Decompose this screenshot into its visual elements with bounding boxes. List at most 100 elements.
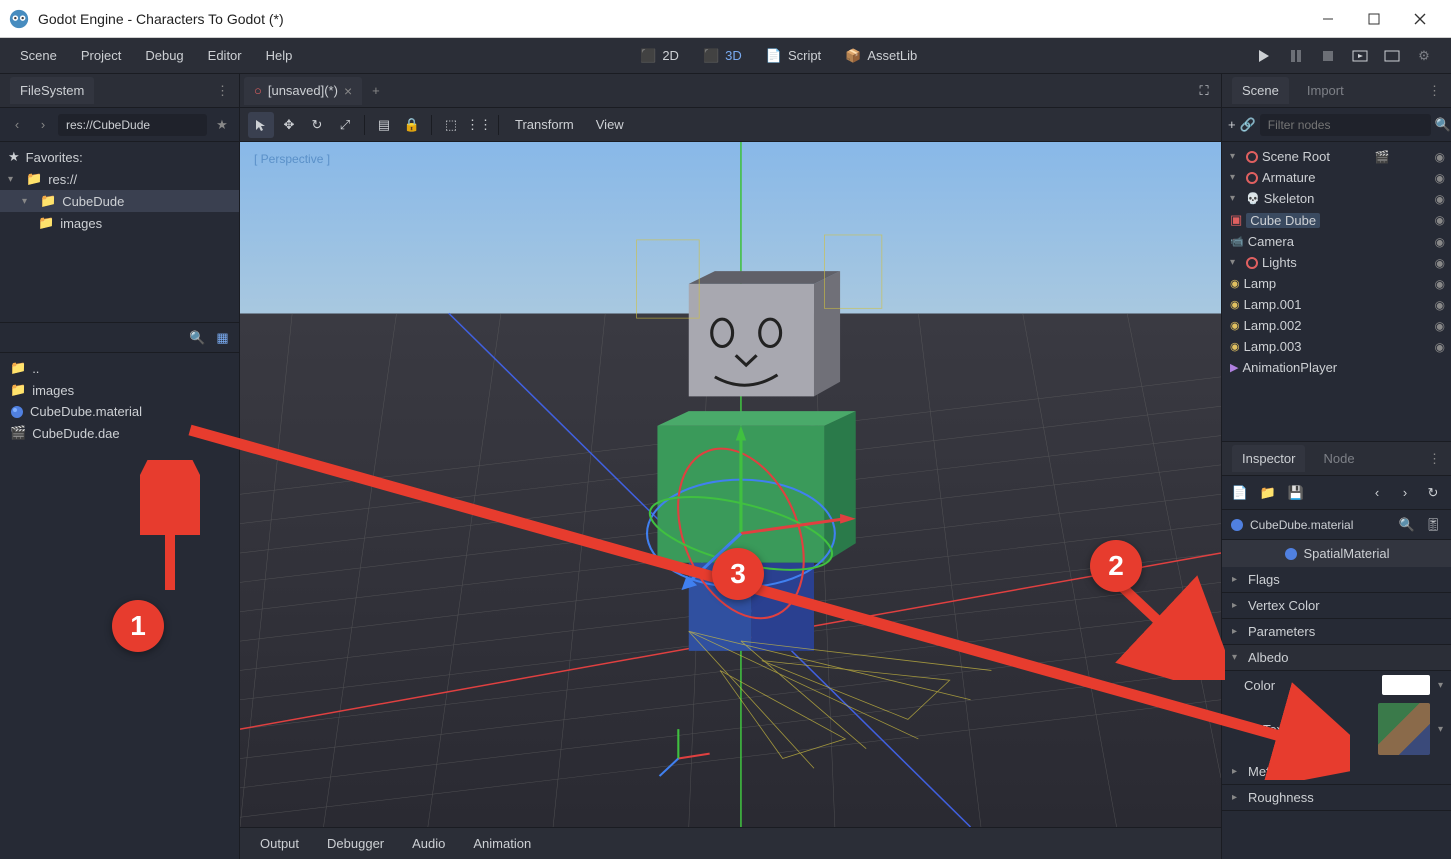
play-custom-scene-button[interactable] xyxy=(1381,45,1403,67)
node-lamp[interactable]: ◉Lamp◉ xyxy=(1222,273,1451,294)
stop-button[interactable] xyxy=(1317,45,1339,67)
link-icon[interactable]: 🔗 xyxy=(1240,113,1256,137)
visibility-icon[interactable]: ◉ xyxy=(1435,213,1445,227)
godot-app-icon xyxy=(8,8,30,30)
node-skeleton[interactable]: ▾💀Skeleton◉ xyxy=(1222,188,1451,209)
mode-assetlib-button[interactable]: 📦AssetLib xyxy=(835,44,927,68)
maximize-button[interactable] xyxy=(1351,4,1397,34)
close-button[interactable] xyxy=(1397,4,1443,34)
node-lamp3[interactable]: ◉Lamp.003◉ xyxy=(1222,336,1451,357)
material-icon xyxy=(10,405,24,419)
light-icon: ◉ xyxy=(1230,319,1240,332)
debugger-tab[interactable]: Debugger xyxy=(315,832,396,855)
visibility-icon[interactable]: ◉ xyxy=(1435,298,1445,312)
pause-button[interactable] xyxy=(1285,45,1307,67)
nav-back-icon[interactable]: ‹ xyxy=(6,114,28,136)
file-up[interactable]: 📁.. xyxy=(0,357,239,379)
play-button[interactable] xyxy=(1253,45,1275,67)
menu-project[interactable]: Project xyxy=(69,42,133,69)
output-tab[interactable]: Output xyxy=(248,832,311,855)
animation-tab[interactable]: Animation xyxy=(461,832,543,855)
tools-icon[interactable]: 🎚 xyxy=(1423,515,1443,535)
filesystem-tab[interactable]: FileSystem xyxy=(10,77,94,104)
favorites-item[interactable]: ★Favorites: xyxy=(0,146,239,168)
add-tab-button[interactable]: + xyxy=(362,77,390,104)
import-dock-tab[interactable]: Import xyxy=(1297,77,1354,104)
close-tab-icon[interactable]: × xyxy=(344,83,352,99)
panel-menu-icon[interactable]: ⋮ xyxy=(1428,83,1441,99)
history-back-icon[interactable]: ‹ xyxy=(1367,483,1387,503)
folder-res[interactable]: ▾📁res:// xyxy=(0,168,239,190)
node-camera[interactable]: 📹Camera◉ xyxy=(1222,231,1451,252)
menu-editor[interactable]: Editor xyxy=(196,42,254,69)
texture-slot[interactable] xyxy=(1378,703,1430,755)
node-cubedube[interactable]: ▣Cube Dube◉ xyxy=(1222,209,1451,231)
play-scene-button[interactable] xyxy=(1349,45,1371,67)
folder-cubedude[interactable]: ▾📁CubeDude xyxy=(0,190,239,212)
node-lights[interactable]: ▾Lights◉ xyxy=(1222,252,1451,273)
grid-icon[interactable]: ⋮⋮ xyxy=(466,112,492,138)
history-forward-icon[interactable]: › xyxy=(1395,483,1415,503)
visibility-icon[interactable]: ◉ xyxy=(1435,256,1445,270)
mode-3d-button[interactable]: ⬛3D xyxy=(693,44,752,68)
mode-2d-button[interactable]: ⬛2D xyxy=(630,44,689,68)
color-picker[interactable] xyxy=(1382,675,1430,695)
transform-menu[interactable]: Transform xyxy=(505,113,584,136)
search-icon[interactable]: 🔍 xyxy=(1435,113,1451,137)
local-space-icon[interactable]: ▤ xyxy=(371,112,397,138)
menu-help[interactable]: Help xyxy=(254,42,305,69)
move-tool-icon[interactable]: ✥ xyxy=(276,112,302,138)
menu-scene[interactable]: Scene xyxy=(8,42,69,69)
animation-icon: ▶ xyxy=(1230,361,1238,374)
select-tool-icon[interactable] xyxy=(248,112,274,138)
file-images[interactable]: 📁images xyxy=(0,379,239,401)
light-icon: ◉ xyxy=(1230,298,1240,311)
path-input[interactable]: res://CubeDude xyxy=(58,114,207,136)
snap-icon[interactable]: 🔒 xyxy=(399,112,425,138)
search-icon[interactable]: 🔍 xyxy=(187,327,208,349)
scene-dock-tab[interactable]: Scene xyxy=(1232,77,1289,104)
nav-forward-icon[interactable]: › xyxy=(32,114,54,136)
distraction-free-icon[interactable]: ⛶ xyxy=(1191,78,1217,104)
panel-menu-icon[interactable]: ⋮ xyxy=(216,83,229,99)
filesystem-search-input[interactable] xyxy=(6,330,183,345)
section-roughness[interactable]: ▸Roughness xyxy=(1222,785,1451,811)
dropdown-icon[interactable]: ▾ xyxy=(1438,680,1443,691)
rotate-tool-icon[interactable]: ↻ xyxy=(304,112,330,138)
audio-tab[interactable]: Audio xyxy=(400,832,457,855)
menu-debug[interactable]: Debug xyxy=(133,42,195,69)
light-icon: ◉ xyxy=(1230,340,1240,353)
node-animationplayer[interactable]: ▶AnimationPlayer xyxy=(1222,357,1451,378)
search-icon[interactable]: 🔍 xyxy=(1397,515,1417,535)
node-lamp2[interactable]: ◉Lamp.002◉ xyxy=(1222,315,1451,336)
menubar: Scene Project Debug Editor Help ⬛2D ⬛3D … xyxy=(0,38,1451,74)
minimize-button[interactable] xyxy=(1305,4,1351,34)
dropdown-icon[interactable]: ▾ xyxy=(1438,724,1443,735)
view-menu[interactable]: View xyxy=(586,113,634,136)
visibility-icon[interactable]: ◉ xyxy=(1435,192,1445,206)
scale-tool-icon[interactable]: ⤢ xyxy=(332,112,358,138)
visibility-icon[interactable]: ◉ xyxy=(1435,150,1445,164)
add-node-icon[interactable]: + xyxy=(1228,113,1236,137)
history-icon[interactable]: ↻ xyxy=(1423,483,1443,503)
filter-nodes-input[interactable] xyxy=(1260,114,1431,136)
visibility-icon[interactable]: ◉ xyxy=(1435,235,1445,249)
visibility-icon[interactable]: ◉ xyxy=(1435,277,1445,291)
node-armature[interactable]: ▾Armature◉ xyxy=(1222,167,1451,188)
favorite-icon[interactable]: ★ xyxy=(211,114,233,136)
render-settings-icon[interactable]: ⚙ xyxy=(1413,45,1435,67)
visibility-icon[interactable]: ◉ xyxy=(1435,171,1445,185)
annotation-2: 2 xyxy=(1090,540,1142,592)
file-material[interactable]: CubeDube.material xyxy=(0,401,239,422)
panel-menu-icon[interactable]: ⋮ xyxy=(1428,451,1441,467)
cube-icon[interactable]: ⬚ xyxy=(438,112,464,138)
scene-tab-unsaved[interactable]: ○ [unsaved](*) × xyxy=(244,77,362,105)
node-lamp1[interactable]: ◉Lamp.001◉ xyxy=(1222,294,1451,315)
mode-script-button[interactable]: 📄Script xyxy=(756,44,831,68)
clapper-icon[interactable]: 🎬 xyxy=(1375,150,1390,164)
grid-view-icon[interactable]: ▦ xyxy=(212,327,233,349)
visibility-icon[interactable]: ◉ xyxy=(1435,340,1445,354)
visibility-icon[interactable]: ◉ xyxy=(1435,319,1445,333)
folder-images[interactable]: 📁images xyxy=(0,212,239,234)
node-scene-root[interactable]: ▾Scene Root🎬◉ xyxy=(1222,146,1451,167)
